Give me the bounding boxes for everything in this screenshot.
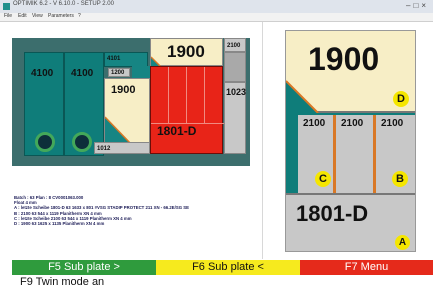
- menu-file[interactable]: File: [4, 13, 12, 19]
- sheet-label: 2100: [341, 118, 364, 129]
- sheet-label: 1200: [111, 70, 125, 76]
- sheet-2100[interactable]: 2100: [224, 38, 246, 52]
- sheet-label: 2100: [227, 43, 241, 49]
- app-icon: [3, 3, 10, 10]
- close-icon[interactable]: ×: [421, 1, 429, 10]
- sheet-2100-part[interactable]: [169, 67, 187, 123]
- sheet-label: 1900: [111, 84, 136, 96]
- sheet-2100-mid[interactable]: 2100: [336, 115, 376, 193]
- info-line: D : 1900 63 1625 x 1135 Planitherm XN 4 …: [14, 221, 105, 227]
- sheet-2100-part[interactable]: [151, 67, 169, 123]
- sheet-label: 4101: [107, 56, 121, 62]
- menu-view[interactable]: View: [32, 13, 43, 19]
- menu-button[interactable]: F7 Menu: [300, 260, 433, 275]
- panel-divider: [262, 22, 263, 259]
- sheet-1900[interactable]: 1900: [150, 38, 223, 67]
- marker-c: C: [315, 171, 331, 187]
- sheet-label: 1801-D: [157, 124, 197, 138]
- sheet-label: 1023: [226, 87, 247, 97]
- window-controls[interactable]: –□×: [406, 1, 429, 10]
- sheet-1801-d[interactable]: 1801-D: [150, 66, 224, 154]
- sheet-1200[interactable]: 1200: [108, 68, 130, 77]
- marker-b: B: [392, 171, 408, 187]
- sheet-1012[interactable]: 1012: [94, 142, 150, 154]
- menu-bar: File Edit View Parameters ?: [0, 13, 433, 22]
- sheet-4101[interactable]: 4101: [104, 52, 148, 67]
- sheet-label: 2100: [303, 118, 326, 129]
- sheet-label: 2100: [381, 118, 404, 129]
- sub-plate-next-button[interactable]: F5 Sub plate >: [12, 260, 156, 275]
- sheet-label: 4100: [31, 68, 54, 79]
- sub-plate-prev-button[interactable]: F6 Sub plate <: [156, 260, 300, 275]
- sheet-2100-part[interactable]: [187, 67, 205, 123]
- twin-mode-button[interactable]: F9 Twin mode an: [12, 275, 156, 290]
- menu-help[interactable]: ?: [78, 13, 81, 19]
- sheet-label: 1900: [308, 41, 380, 77]
- batch-info: Batch : 63 Plan : 8 CV0001063.000 Float …: [14, 195, 250, 226]
- menu-edit[interactable]: Edit: [18, 13, 27, 19]
- sheet-offcut: [224, 52, 246, 82]
- sheet-label: 1801-D: [296, 201, 369, 226]
- marker-d: D: [393, 91, 409, 107]
- sheet-label: 4100: [71, 68, 94, 79]
- marker-a: A: [395, 235, 410, 250]
- window-title: OPTIMIK 6.2 - V 6.10.0 - SETUP 2.00: [13, 1, 114, 7]
- sheet-label: 1900: [167, 42, 205, 61]
- menu-parameters[interactable]: Parameters: [48, 13, 74, 19]
- sheet-label: 1012: [97, 146, 111, 152]
- suction-cup-icon: [72, 132, 92, 152]
- cutting-layout-overview: 4100 4100 4101 1200 1900 1012 1900 1801-…: [12, 38, 250, 166]
- suction-cup-icon: [35, 132, 55, 152]
- sheet-1900-small[interactable]: 1900: [104, 78, 150, 144]
- sheet-1023[interactable]: 1023: [224, 82, 246, 154]
- sub-plate-detail: 1900 D 2100 2100 2100 C B 1801-D A: [285, 30, 416, 252]
- title-bar: OPTIMIK 6.2 - V 6.10.0 - SETUP 2.00 –□×: [0, 0, 433, 13]
